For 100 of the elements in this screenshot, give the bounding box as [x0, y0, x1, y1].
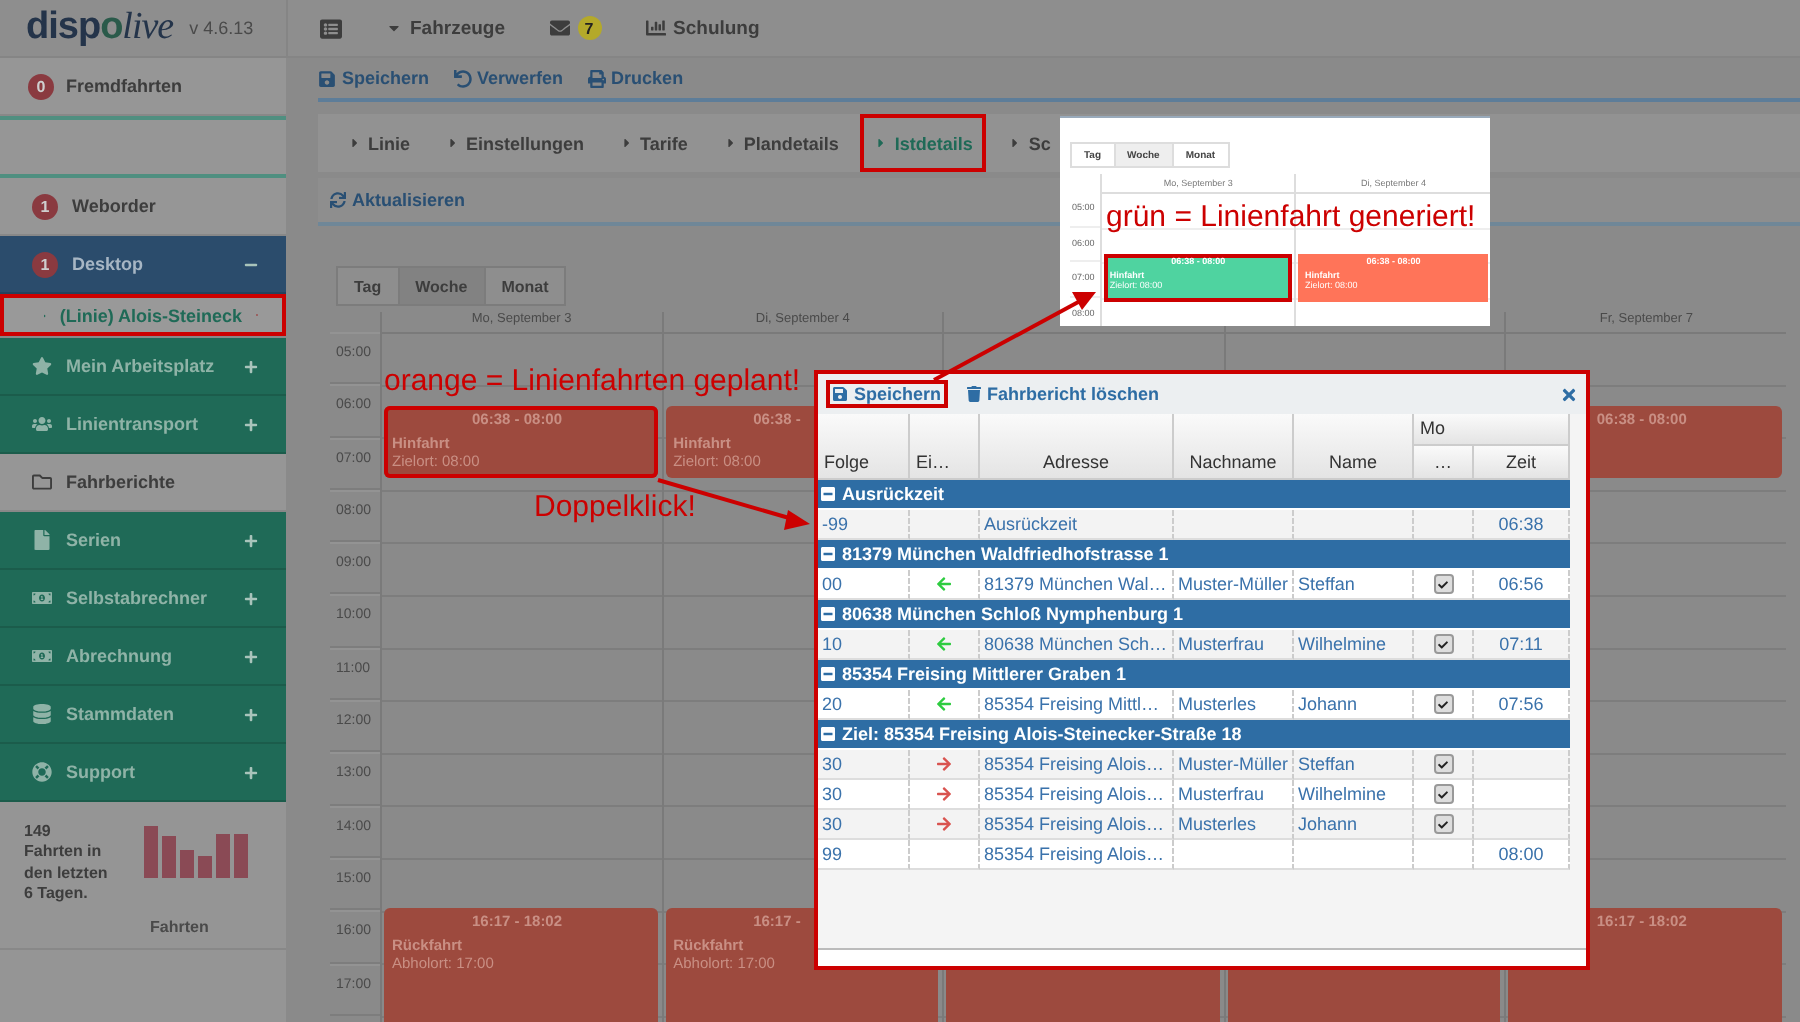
- sidebar-item[interactable]: Stammdaten: [0, 686, 286, 744]
- table-cell: [1174, 840, 1294, 870]
- item-label: Stammdaten: [66, 704, 177, 724]
- tab[interactable]: Tarife: [606, 114, 702, 172]
- tab[interactable]: Linie: [334, 114, 425, 172]
- column-header: Ei…: [910, 414, 980, 480]
- star-icon: [32, 356, 52, 376]
- item-label: Support: [66, 762, 137, 782]
- toolbar-button[interactable]: Drucken: [587, 68, 684, 88]
- count-badge: 0: [28, 73, 54, 99]
- checkbox[interactable]: [1433, 754, 1453, 774]
- item-label: Serien: [66, 530, 124, 550]
- people-icon: [32, 414, 52, 434]
- mail-button[interactable]: 7: [549, 16, 602, 40]
- item-label: Mein Arbeitsplatz: [66, 356, 217, 376]
- file-icon: [32, 530, 52, 550]
- sidebar-item[interactable]: (Linie) Alois-Steineck: [0, 294, 286, 338]
- dialog-button[interactable]: Speichern: [826, 380, 948, 408]
- column-header: …: [1414, 446, 1474, 480]
- refresh-icon: [330, 192, 346, 208]
- group-title: Ausrückzeit: [842, 484, 945, 504]
- sidebar-item[interactable]: Selbstabrechner: [0, 570, 286, 628]
- collapse-icon[interactable]: [820, 546, 836, 562]
- check-icon: [1438, 759, 1448, 769]
- sidebar-item[interactable]: 1 Desktop: [0, 236, 286, 294]
- expand-icon[interactable]: [244, 765, 258, 779]
- expand-icon[interactable]: [244, 359, 258, 373]
- expand-icon[interactable]: [244, 417, 258, 431]
- refresh-button[interactable]: Aktualisieren: [330, 190, 466, 210]
- table-cell: 06:56: [1474, 570, 1570, 600]
- toolbar-button[interactable]: Speichern: [318, 68, 430, 88]
- expand-icon[interactable]: [244, 533, 258, 547]
- sidebar-item[interactable]: Linientransport: [0, 396, 286, 454]
- checkbox[interactable]: [1433, 814, 1453, 834]
- table-cell: Ausrückzeit: [980, 510, 1174, 540]
- item-label: Fremdfahrten: [66, 76, 183, 96]
- collapse-icon[interactable]: [820, 666, 836, 682]
- version-label: v 4.6.13: [189, 18, 254, 38]
- undo-icon: [453, 69, 472, 87]
- envelope-icon: [549, 18, 570, 38]
- checkbox[interactable]: [1433, 634, 1453, 654]
- banknote-icon: [32, 646, 52, 666]
- view-tab[interactable]: Monat: [483, 266, 567, 306]
- tab[interactable]: Istdetails: [860, 114, 987, 172]
- collapse-icon[interactable]: [820, 726, 836, 742]
- item-label: Fahrberichte: [66, 472, 178, 492]
- item-label: Weborder: [72, 196, 158, 216]
- menu-icon[interactable]: [320, 17, 342, 39]
- table-cell: 81379 München Wal…: [980, 570, 1174, 600]
- item-label: Linientransport: [66, 414, 201, 434]
- tab[interactable]: Plandetails: [709, 114, 853, 172]
- table-cell: Wilhelmine: [1294, 630, 1414, 660]
- checkbox[interactable]: [1433, 784, 1453, 804]
- item-label: Desktop: [72, 254, 146, 274]
- table-cell: Steffan: [1294, 570, 1414, 600]
- item-label: Abrechnung: [66, 646, 174, 666]
- table-cell: 80638 München Sch…: [980, 630, 1174, 660]
- checkbox[interactable]: [1433, 694, 1453, 714]
- table-cell: 99: [818, 840, 910, 870]
- view-tab[interactable]: Woche: [397, 266, 486, 306]
- expand-icon[interactable]: [244, 649, 258, 663]
- group-title: 85354 Freising Mittlerer Graben 1: [842, 664, 1127, 684]
- expand-icon[interactable]: [244, 591, 258, 605]
- mail-count: 7: [577, 16, 602, 40]
- column-header: Adresse: [980, 414, 1174, 480]
- tab[interactable]: Einstellungen: [432, 114, 599, 172]
- table-cell: 30: [818, 810, 910, 840]
- sidebar-item[interactable]: Mein Arbeitsplatz: [0, 338, 286, 396]
- tab[interactable]: Sc: [994, 114, 1065, 172]
- sidebar-item[interactable]: Support: [0, 744, 286, 802]
- group-title: 81379 München Waldfriedhofstrasse 1: [842, 544, 1169, 564]
- item-label: Selbstabrechner: [66, 588, 210, 608]
- folder-icon: [32, 472, 52, 492]
- count-badge: 1: [32, 193, 58, 219]
- close-button[interactable]: [1560, 385, 1578, 403]
- checkbox[interactable]: [1433, 574, 1453, 594]
- column-header: Nachname: [1174, 414, 1294, 480]
- training-link[interactable]: Schulung: [645, 17, 760, 39]
- collapse-icon[interactable]: [820, 606, 836, 622]
- table-cell: 00: [818, 570, 910, 600]
- sidebar-item[interactable]: Abrechnung: [0, 628, 286, 686]
- column-header: Folge: [818, 414, 910, 480]
- table-cell: Steffan: [1294, 750, 1414, 780]
- table-cell: 85354 Freising Alois…: [980, 810, 1174, 840]
- item-label: (Linie) Alois-Steineck: [59, 305, 243, 325]
- table-cell: 85354 Freising Alois…: [980, 780, 1174, 810]
- menu-label: Schulung: [673, 17, 760, 39]
- toolbar-button[interactable]: Verwerfen: [453, 68, 564, 88]
- group-title: Ziel: 85354 Freising Alois-Steinecker-Straße 18: [842, 724, 1242, 744]
- database-icon: [32, 704, 52, 724]
- annotation-text: grün = Linienfahrt generiert!: [1106, 200, 1476, 234]
- table-cell: 07:56: [1474, 690, 1570, 720]
- lifebuoy-icon: [32, 762, 52, 782]
- dialog-button[interactable]: Fahrbericht löschen: [959, 380, 1166, 408]
- expand-icon[interactable]: [244, 707, 258, 721]
- view-tab[interactable]: Tag: [336, 266, 400, 306]
- table-cell: Johann: [1294, 810, 1414, 840]
- sidebar-item[interactable]: Serien: [0, 512, 286, 570]
- collapse-icon[interactable]: [820, 486, 836, 502]
- vehicles-menu[interactable]: Fahrzeuge: [386, 17, 506, 39]
